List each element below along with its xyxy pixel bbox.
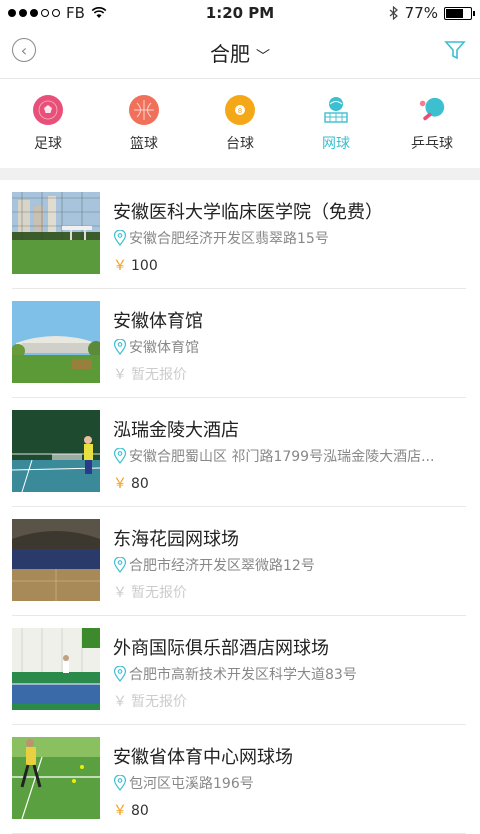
location-pin-icon bbox=[113, 230, 127, 246]
section-divider bbox=[0, 168, 480, 180]
venue-item[interactable]: 东海花园网球场 合肥市经济开发区翠微路12号 ￥ 暂无报价 bbox=[12, 507, 466, 616]
venue-price: ￥ 100 bbox=[113, 255, 158, 275]
venue-price: ￥ 80 bbox=[113, 473, 149, 493]
billiards-icon: 8 bbox=[225, 95, 255, 125]
venue-address: 合肥市高新技术开发区科学大道83号 bbox=[113, 664, 463, 684]
venue-thumbnail bbox=[12, 737, 100, 819]
price-value: 暂无报价 bbox=[131, 585, 187, 601]
venue-address-text: 安徽合肥经济开发区翡翠路15号 bbox=[129, 231, 329, 247]
venue-list: 安徽医科大学临床医学院（免费） 安徽合肥经济开发区翡翠路15号 ￥ 100 安徽体… bbox=[0, 180, 480, 834]
venue-name: 安徽省体育中心网球场 bbox=[113, 747, 293, 768]
battery-icon bbox=[444, 6, 475, 20]
currency-symbol: ￥ bbox=[113, 694, 127, 710]
city-selector[interactable]: 合肥 ﹀ bbox=[0, 38, 480, 67]
nav-bar: ‹ 合肥 ﹀ bbox=[0, 26, 480, 79]
venue-address-text: 安徽体育馆 bbox=[129, 340, 199, 356]
venue-item[interactable]: 泓瑞金陵大酒店 安徽合肥蜀山区 祁门路1799号泓瑞金陵大酒店... ￥ 80 bbox=[12, 398, 466, 507]
soccer-icon bbox=[33, 95, 63, 125]
venue-price: ￥ 暂无报价 bbox=[113, 582, 187, 602]
currency-symbol: ￥ bbox=[113, 476, 127, 492]
battery-percent: 77% bbox=[404, 4, 438, 22]
currency-symbol: ￥ bbox=[113, 367, 127, 383]
venue-name: 安徽体育馆 bbox=[113, 311, 203, 332]
location-pin-icon bbox=[113, 666, 127, 682]
ping-pong-icon bbox=[417, 95, 447, 125]
tab-label: 足球 bbox=[34, 136, 62, 152]
price-value: 暂无报价 bbox=[131, 367, 187, 383]
venue-address-text: 包河区屯溪路196号 bbox=[129, 776, 254, 792]
sport-category-tabs: 足球 篮球 8 台球 网球 乒乓球 bbox=[0, 79, 480, 168]
venue-name: 东海花园网球场 bbox=[113, 529, 239, 550]
venue-price: ￥ 暂无报价 bbox=[113, 691, 187, 711]
tennis-icon bbox=[321, 95, 351, 125]
venue-price: ￥ 80 bbox=[113, 800, 149, 820]
svg-text:8: 8 bbox=[238, 107, 242, 115]
tab-tennis[interactable]: 网球 bbox=[288, 79, 384, 168]
currency-symbol: ￥ bbox=[113, 585, 127, 601]
venue-address: 包河区屯溪路196号 bbox=[113, 773, 463, 793]
location-pin-icon bbox=[113, 448, 127, 464]
currency-symbol: ￥ bbox=[113, 258, 127, 274]
status-bar: FB 1:20 PM 77% bbox=[0, 0, 480, 26]
price-value: 100 bbox=[131, 258, 158, 274]
basketball-icon bbox=[129, 95, 159, 125]
price-value: 80 bbox=[131, 476, 149, 492]
venue-name: 外商国际俱乐部酒店网球场 bbox=[113, 638, 329, 659]
venue-thumbnail bbox=[12, 192, 100, 274]
tab-label: 篮球 bbox=[130, 136, 158, 152]
venue-item[interactable]: 安徽医科大学临床医学院（免费） 安徽合肥经济开发区翡翠路15号 ￥ 100 bbox=[12, 180, 466, 289]
venue-address-text: 合肥市经济开发区翠微路12号 bbox=[129, 558, 315, 574]
venue-name: 泓瑞金陵大酒店 bbox=[113, 420, 239, 441]
venue-item[interactable]: 安徽省体育中心网球场 包河区屯溪路196号 ￥ 80 bbox=[12, 725, 466, 834]
venue-address-text: 合肥市高新技术开发区科学大道83号 bbox=[129, 667, 357, 683]
venue-thumbnail bbox=[12, 410, 100, 492]
venue-name: 安徽医科大学临床医学院（免费） bbox=[113, 202, 383, 223]
price-value: 暂无报价 bbox=[131, 694, 187, 710]
bluetooth-icon bbox=[389, 6, 398, 20]
venue-address: 合肥市经济开发区翠微路12号 bbox=[113, 555, 463, 575]
venue-address: 安徽体育馆 bbox=[113, 337, 463, 357]
tab-ping-pong[interactable]: 乒乓球 bbox=[384, 79, 480, 168]
venue-item[interactable]: 外商国际俱乐部酒店网球场 合肥市高新技术开发区科学大道83号 ￥ 暂无报价 bbox=[12, 616, 466, 725]
tab-label: 乒乓球 bbox=[411, 136, 453, 152]
venue-item[interactable]: 安徽体育馆 安徽体育馆 ￥ 暂无报价 bbox=[12, 289, 466, 398]
tab-basketball[interactable]: 篮球 bbox=[96, 79, 192, 168]
location-pin-icon bbox=[113, 339, 127, 355]
location-pin-icon bbox=[113, 557, 127, 573]
price-value: 80 bbox=[131, 803, 149, 819]
tab-soccer[interactable]: 足球 bbox=[0, 79, 96, 168]
venue-thumbnail bbox=[12, 301, 100, 383]
venue-thumbnail bbox=[12, 519, 100, 601]
currency-symbol: ￥ bbox=[113, 803, 127, 819]
tab-label: 网球 bbox=[322, 136, 350, 152]
status-right: 77% bbox=[389, 4, 475, 22]
tab-billiards[interactable]: 8 台球 bbox=[192, 79, 288, 168]
location-pin-icon bbox=[113, 775, 127, 791]
venue-address: 安徽合肥经济开发区翡翠路15号 bbox=[113, 228, 463, 248]
tab-label: 台球 bbox=[226, 136, 254, 152]
venue-address: 安徽合肥蜀山区 祁门路1799号泓瑞金陵大酒店... bbox=[113, 446, 463, 466]
city-name: 合肥 bbox=[210, 42, 250, 66]
venue-price: ￥ 暂无报价 bbox=[113, 364, 187, 384]
venue-address-text: 安徽合肥蜀山区 祁门路1799号泓瑞金陵大酒店... bbox=[129, 449, 435, 465]
filter-icon bbox=[444, 41, 466, 60]
venue-thumbnail bbox=[12, 628, 100, 710]
filter-button[interactable] bbox=[444, 39, 466, 65]
chevron-down-icon: ﹀ bbox=[256, 48, 270, 65]
